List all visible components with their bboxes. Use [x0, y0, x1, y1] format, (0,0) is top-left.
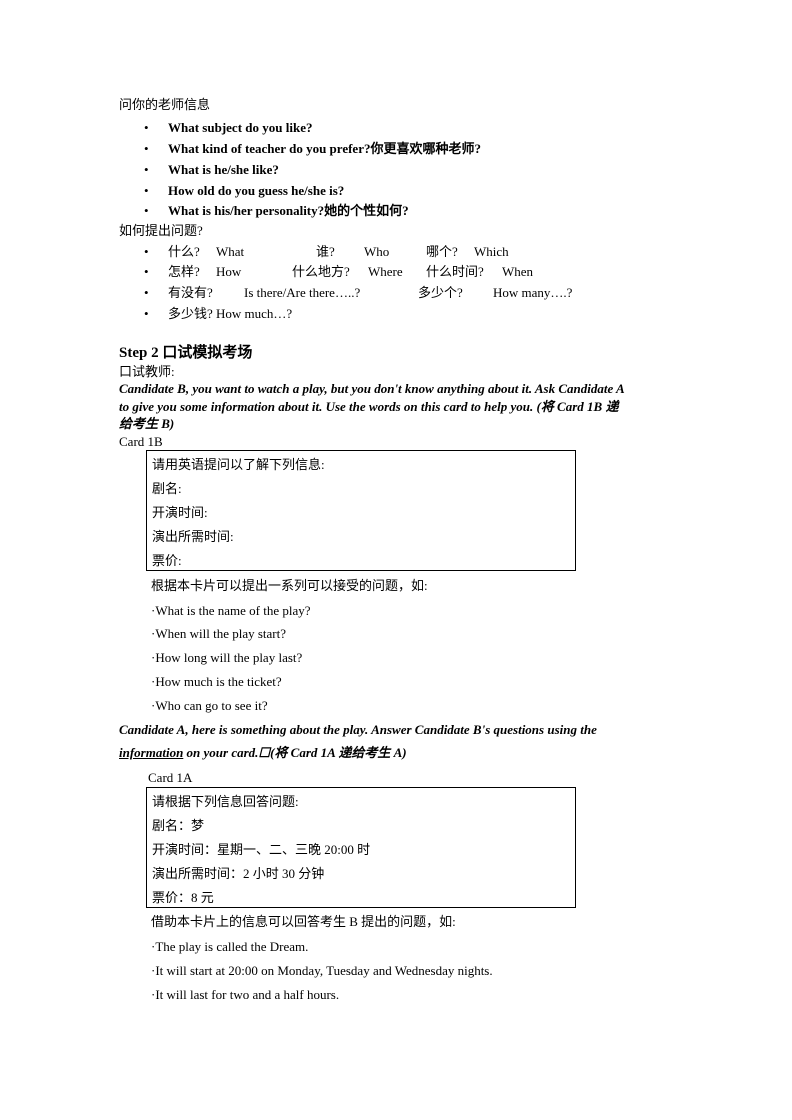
word-en: Is there/Are there…..?: [244, 285, 361, 300]
question: What is his/her personality?她的个性如何?: [168, 203, 409, 218]
card-line: 请根据下列信息回答问题:: [152, 794, 299, 809]
word-en: Which: [474, 244, 509, 259]
question: What is he/she like?: [168, 162, 279, 177]
card-intro: 借助本卡片上的信息可以回答考生 B 提出的问题，如:: [151, 914, 456, 929]
card-line: 请用英语提问以了解下列信息:: [152, 457, 325, 472]
word-cn: 怎样?: [168, 264, 200, 279]
bullet: •: [144, 285, 149, 300]
example: ·The play is called the Dream.: [151, 939, 309, 954]
instruction-a-rest: on your card.☐(将 Card 1A 递给考生 A): [183, 745, 407, 760]
card-label: Card 1A: [148, 770, 193, 785]
word-cn: 多少钱? How much…?: [168, 306, 293, 321]
word-en: When: [502, 264, 534, 279]
word-en: How: [216, 264, 242, 279]
instruction-a: Candidate A, here is something about the…: [119, 722, 597, 737]
example: ·Who can go to see it?: [151, 698, 268, 713]
example: ·It will start at 20:00 on Monday, Tuesd…: [151, 963, 493, 978]
example: ·When will the play start?: [151, 626, 287, 641]
bullet: •: [144, 244, 149, 259]
card-intro: 根据本卡片可以提出一系列可以接受的问题，如:: [151, 578, 428, 593]
bullet: •: [144, 203, 149, 218]
card-label: Card 1B: [119, 434, 163, 449]
card-line: 演出所需时间：2 小时 30 分钟: [152, 866, 325, 881]
word-cn: 什么时间?: [426, 264, 484, 279]
word-en: Where: [368, 264, 403, 279]
example: ·What is the name of the play?: [151, 603, 311, 618]
example: ·How much is the ticket?: [151, 674, 282, 689]
card-line: 票价:: [152, 553, 182, 568]
bullet: •: [144, 306, 149, 321]
word-en: What: [216, 244, 245, 259]
section-heading: 如何提出问题?: [119, 223, 203, 238]
question: What kind of teacher do you prefer?你更喜欢哪…: [168, 141, 481, 156]
example: ·It will last for two and a half hours.: [151, 987, 340, 1002]
instruction-a: information on your card.☐(将 Card 1A 递给考…: [119, 745, 407, 761]
bullet: •: [144, 264, 149, 279]
card-line: 剧名:: [152, 481, 182, 496]
section-heading: 问你的老师信息: [119, 97, 211, 112]
document-page: 问你的老师信息 • What subject do you like? • Wh…: [0, 0, 792, 1120]
word-en: How many….?: [493, 285, 573, 300]
underlined-word: information: [119, 745, 184, 760]
question: How old do you guess he/she is?: [168, 183, 345, 198]
examiner-label: 口试教师:: [119, 364, 175, 379]
card-line: 开演时间：星期一、二、三晚 20:00 时: [152, 842, 371, 857]
bullet: •: [144, 141, 149, 156]
bullet: •: [144, 120, 149, 135]
word-cn: 谁?: [316, 244, 335, 259]
instruction-b: to give you some information about it. U…: [119, 399, 619, 414]
word-en: Who: [364, 244, 390, 259]
word-cn: 什么?: [168, 244, 200, 259]
bullet: •: [144, 183, 149, 198]
example: ·How long will the play last?: [151, 650, 303, 665]
word-cn: 多少个?: [418, 285, 463, 300]
card-line: 开演时间:: [152, 505, 208, 520]
card-line: 剧名：梦: [152, 818, 205, 833]
instruction-b: 给考生 B): [119, 416, 175, 431]
card-line: 票价：8 元: [152, 890, 214, 905]
question: What subject do you like?: [168, 120, 313, 135]
word-cn: 有没有?: [168, 285, 213, 300]
word-cn: 什么地方?: [292, 264, 350, 279]
word-cn: 哪个?: [426, 244, 458, 259]
step-title: Step 2 口试模拟考场: [119, 345, 253, 361]
bullet: •: [144, 162, 149, 177]
card-line: 演出所需时间:: [152, 529, 234, 544]
instruction-b: Candidate B, you want to watch a play, b…: [119, 381, 625, 396]
